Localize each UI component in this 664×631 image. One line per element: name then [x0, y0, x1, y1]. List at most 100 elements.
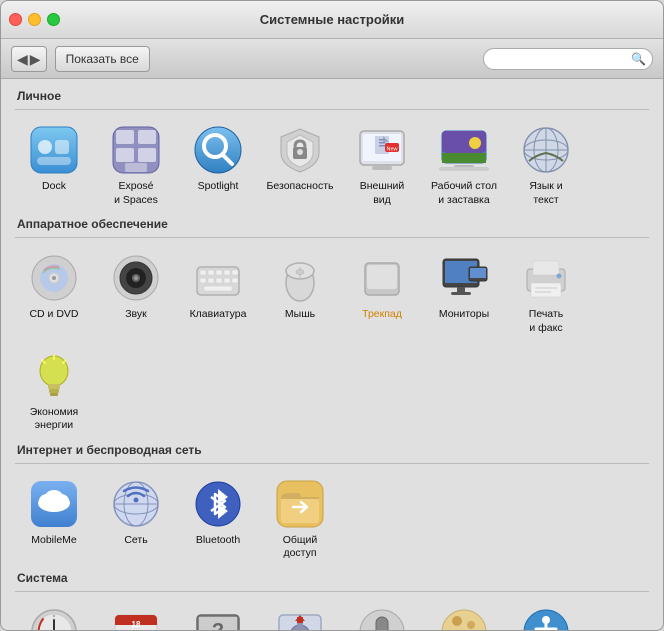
section-personal-title: Личное: [15, 89, 649, 103]
mobileme-icon: [28, 478, 80, 530]
toolbar: ◀ ▶ Показать все 🔍: [1, 39, 663, 79]
dock-icon: [28, 124, 80, 176]
preferences-content: Личное: [1, 79, 663, 630]
svg-text:New: New: [386, 147, 397, 153]
pref-parental[interactable]: Родительск.контроль: [425, 600, 503, 630]
pref-cddvd[interactable]: CD и DVD: [15, 246, 93, 339]
mobileme-label: MobileMe: [31, 534, 77, 548]
timemachine-icon: [28, 606, 80, 630]
parental-icon: [438, 606, 490, 630]
section-personal: Личное: [15, 89, 649, 211]
pref-monitors[interactable]: Мониторы: [425, 246, 503, 339]
mouse-label: Мышь: [285, 308, 315, 322]
security-icon: [274, 124, 326, 176]
search-icon: 🔍: [631, 52, 646, 66]
monitors-label: Мониторы: [439, 308, 489, 322]
sound-icon: [110, 252, 162, 304]
pref-print[interactable]: Печатьи факс: [507, 246, 585, 339]
internet-items-row: MobileMe: [15, 472, 649, 565]
update-icon: [274, 606, 326, 630]
pref-startup[interactable]: ? Загрузочныйтом: [179, 600, 257, 630]
expose-icon: [110, 124, 162, 176]
minimize-button[interactable]: [28, 13, 41, 26]
energy-label: Экономияэнергии: [30, 406, 79, 433]
personal-items-row: Dock Exposéи Spaces: [15, 118, 649, 211]
pref-network[interactable]: Сеть: [97, 472, 175, 565]
pref-spotlight[interactable]: Spotlight: [179, 118, 257, 211]
pref-keyboard[interactable]: Клавиатура: [179, 246, 257, 339]
spotlight-label: Spotlight: [198, 180, 239, 194]
pref-sharing[interactable]: Общийдоступ: [261, 472, 339, 565]
bluetooth-icon: [192, 478, 244, 530]
pref-mouse[interactable]: Мышь: [261, 246, 339, 339]
network-label: Сеть: [124, 534, 147, 548]
keyboard-label: Клавиатура: [190, 308, 247, 322]
main-window: Системные настройки ◀ ▶ Показать все 🔍 Л…: [0, 0, 664, 631]
search-wrap: 🔍: [483, 48, 653, 70]
pref-mobileme[interactable]: MobileMe: [15, 472, 93, 565]
traffic-lights: [9, 13, 60, 26]
svg-text:18: 18: [128, 628, 144, 630]
pref-dock[interactable]: Dock: [15, 118, 93, 211]
sound-label: Звук: [125, 308, 147, 322]
pref-expose[interactable]: Exposéи Spaces: [97, 118, 175, 211]
section-system: Система: [15, 571, 649, 630]
titlebar: Системные настройки: [1, 1, 663, 39]
back-forward-buttons[interactable]: ◀ ▶: [11, 46, 47, 72]
hardware-items-row: CD и DVD Звук: [15, 246, 649, 437]
trackpad-icon: [356, 252, 408, 304]
pref-appearance[interactable]: New Внешнийвид: [343, 118, 421, 211]
print-icon: [520, 252, 572, 304]
datetime-icon: 18 18: [110, 606, 162, 630]
sharing-icon: [274, 478, 326, 530]
pref-trackpad[interactable]: Трекпад: [343, 246, 421, 339]
system-items-row: Time Machine 18 18: [15, 600, 649, 630]
cddvd-icon: [28, 252, 80, 304]
pref-speech[interactable]: Речь: [343, 600, 421, 630]
desktop-icon: [438, 124, 490, 176]
monitors-icon: [438, 252, 490, 304]
desktop-label: Рабочий столи заставка: [431, 180, 497, 207]
print-label: Печатьи факс: [529, 308, 563, 335]
pref-datetime[interactable]: 18 18 Датаи время: [97, 600, 175, 630]
language-icon: [520, 124, 572, 176]
search-input[interactable]: [483, 48, 653, 70]
back-icon[interactable]: ◀: [17, 52, 28, 66]
show-all-button[interactable]: Показать все: [55, 46, 150, 72]
section-internet: Интернет и беспроводная сеть: [15, 443, 649, 565]
pref-energy[interactable]: Экономияэнергии: [15, 344, 93, 437]
section-system-title: Система: [15, 571, 649, 585]
security-label: Безопасность: [267, 180, 334, 194]
startup-icon: ?: [192, 606, 244, 630]
pref-universal[interactable]: Универсальныйдоступ: [507, 600, 585, 630]
pref-bluetooth[interactable]: Bluetooth: [179, 472, 257, 565]
keyboard-icon: [192, 252, 244, 304]
cddvd-label: CD и DVD: [29, 308, 78, 322]
expose-label: Exposéи Spaces: [114, 180, 158, 207]
network-icon: [110, 478, 162, 530]
pref-sound[interactable]: Звук: [97, 246, 175, 339]
mouse-icon: [274, 252, 326, 304]
appearance-label: Внешнийвид: [360, 180, 405, 207]
energy-icon: [28, 350, 80, 402]
universal-icon: [520, 606, 572, 630]
svg-text:?: ?: [212, 620, 224, 630]
pref-desktop[interactable]: Рабочий столи заставка: [425, 118, 503, 211]
window-title: Системные настройки: [260, 12, 405, 27]
appearance-icon: New: [356, 124, 408, 176]
pref-language[interactable]: Язык итекст: [507, 118, 585, 211]
forward-icon[interactable]: ▶: [30, 52, 41, 66]
speech-icon: [356, 606, 408, 630]
maximize-button[interactable]: [47, 13, 60, 26]
dock-label: Dock: [42, 180, 66, 194]
close-button[interactable]: [9, 13, 22, 26]
sharing-label: Общийдоступ: [283, 534, 318, 561]
language-label: Язык итекст: [529, 180, 562, 207]
section-internet-title: Интернет и беспроводная сеть: [15, 443, 649, 457]
section-hardware-title: Аппаратное обеспечение: [15, 217, 649, 231]
pref-security[interactable]: Безопасность: [261, 118, 339, 211]
pref-update[interactable]: Обновлениепрограмм: [261, 600, 339, 630]
pref-timemachine[interactable]: Time Machine: [15, 600, 93, 630]
section-hardware: Аппаратное обеспечение: [15, 217, 649, 437]
spotlight-icon: [192, 124, 244, 176]
